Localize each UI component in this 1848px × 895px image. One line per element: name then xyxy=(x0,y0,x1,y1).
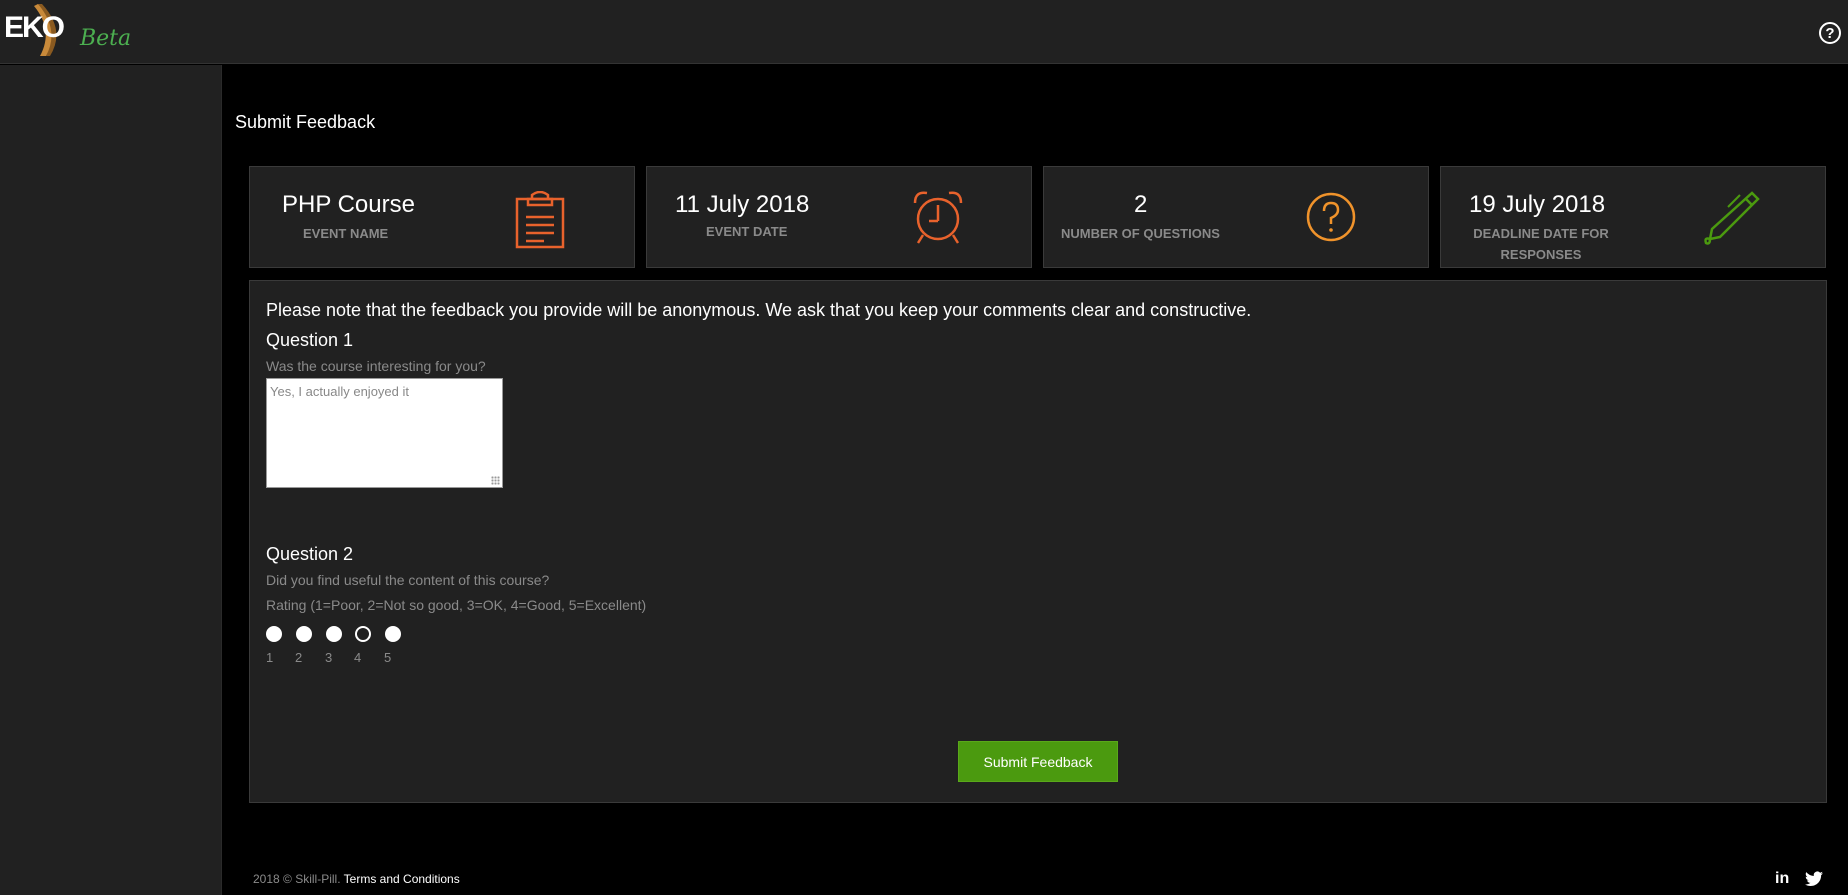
rating-radio-group: 1 2 3 4 5 xyxy=(266,626,406,666)
feedback-form: Please note that the feedback you provid… xyxy=(249,280,1827,803)
summary-cards: PHP Course EVENT NAME 11 July 2018 EVENT… xyxy=(249,166,1827,268)
question-1-title: Question 1 xyxy=(266,330,354,350)
rating-label-4: 4 xyxy=(354,650,362,665)
main-content: Submit Feedback PHP Course EVENT NAME 11… xyxy=(222,65,1848,895)
questions-count-value: 2 xyxy=(1134,191,1148,218)
rating-scale-text: Rating (1=Poor, 2=Not so good, 3=OK, 4=G… xyxy=(266,597,647,613)
rating-radio-2[interactable] xyxy=(296,626,312,642)
deadline-label: DEADLINE DATE FOR RESPONSES xyxy=(1471,223,1611,265)
question-2-title: Question 2 xyxy=(266,544,354,564)
resize-grip-icon[interactable] xyxy=(491,476,500,485)
question-1-text: Was the course interesting for you? xyxy=(266,358,486,374)
clipboard-icon xyxy=(515,191,565,249)
rating-label-3: 3 xyxy=(325,650,333,665)
questions-count-label: NUMBER OF QUESTIONS xyxy=(1061,226,1220,241)
footer: 2018 © Skill-Pill. Terms and Conditions xyxy=(253,872,460,886)
questions-count-card: 2 NUMBER OF QUESTIONS xyxy=(1043,166,1429,268)
top-bar: EKO Beta ? xyxy=(0,0,1848,64)
beta-badge: Beta xyxy=(80,26,132,51)
event-date-label: EVENT DATE xyxy=(706,224,788,239)
help-circle-icon[interactable]: ? xyxy=(1819,22,1841,44)
alarm-clock-icon xyxy=(913,191,963,244)
event-date-value: 11 July 2018 xyxy=(675,191,810,218)
deadline-card: 19 July 2018 DEADLINE DATE FOR RESPONSES xyxy=(1440,166,1826,268)
event-date-card: 11 July 2018 EVENT DATE xyxy=(646,166,1032,268)
event-name-label: EVENT NAME xyxy=(303,226,389,241)
eko-logo[interactable]: EKO xyxy=(2,2,65,56)
linkedin-icon[interactable]: in xyxy=(1775,870,1789,888)
submit-feedback-button[interactable]: Submit Feedback xyxy=(958,741,1118,782)
event-name-card: PHP Course EVENT NAME xyxy=(249,166,635,268)
rating-label-2: 2 xyxy=(295,650,303,665)
sidebar xyxy=(0,65,222,895)
rating-radio-4[interactable] xyxy=(355,626,371,642)
logo-text: EKO xyxy=(4,11,65,44)
question-2-text: Did you find useful the content of this … xyxy=(266,572,550,588)
deadline-value: 19 July 2018 xyxy=(1469,191,1606,218)
terms-link[interactable]: Terms and Conditions xyxy=(344,872,460,886)
rating-label-5: 5 xyxy=(384,650,392,665)
anonymity-note: Please note that the feedback you provid… xyxy=(266,300,1252,320)
deadline-label-line2: RESPONSES xyxy=(1500,247,1582,262)
rating-radio-5[interactable] xyxy=(385,626,401,642)
event-name-value: PHP Course xyxy=(282,191,415,218)
rating-label-1: 1 xyxy=(266,650,274,665)
pen-icon xyxy=(1704,191,1760,245)
question-1-answer-text: Yes, I actually enjoyed it xyxy=(270,384,409,399)
rating-radio-3[interactable] xyxy=(326,626,342,642)
rating-radio-1[interactable] xyxy=(266,626,282,642)
page-title: Submit Feedback xyxy=(235,112,376,132)
deadline-label-line1: DEADLINE DATE FOR xyxy=(1473,226,1609,241)
question-circle-icon xyxy=(1306,192,1356,242)
question-1-answer-field[interactable]: Yes, I actually enjoyed it xyxy=(266,378,503,488)
twitter-icon[interactable] xyxy=(1805,871,1823,887)
copyright-text: 2018 © Skill-Pill. xyxy=(253,872,341,886)
